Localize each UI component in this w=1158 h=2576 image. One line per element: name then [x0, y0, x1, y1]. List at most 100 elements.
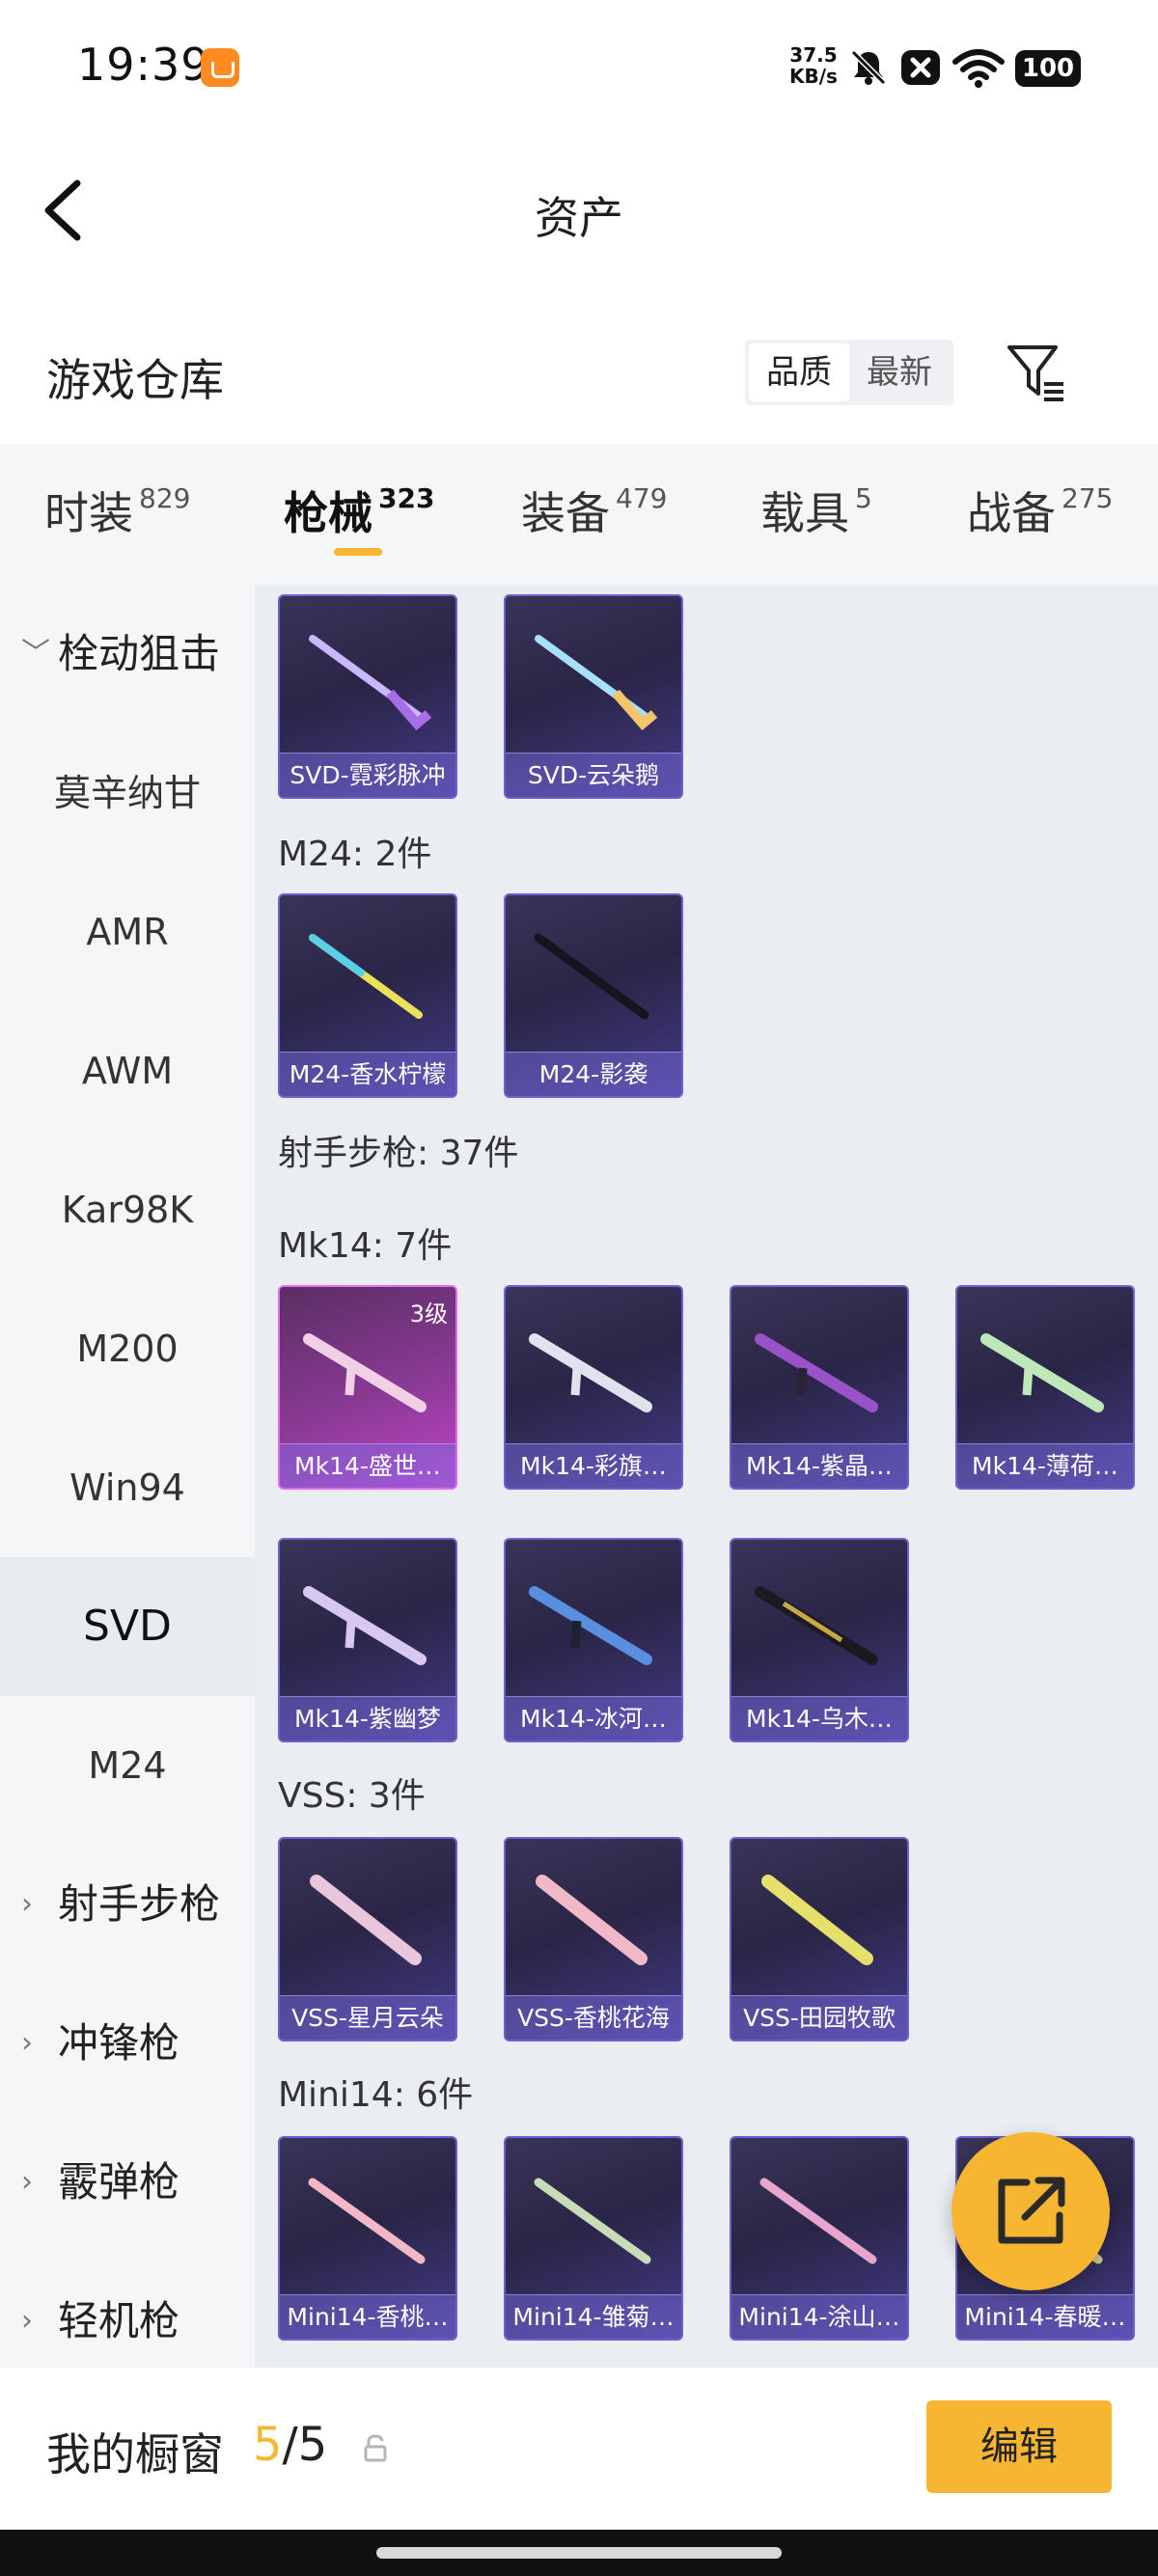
rifle-image: [759, 2178, 877, 2264]
sidebar-item-awm[interactable]: AWM: [0, 1001, 255, 1140]
sidebar-item-label: 射手步枪: [58, 1880, 221, 1928]
mute-icon: [850, 49, 887, 86]
wifi-icon: [952, 49, 1005, 88]
sidebar-item-shotgun[interactable]: › 霰弹枪: [0, 2113, 255, 2252]
skin-name: Mk14-乌木…: [731, 1696, 907, 1740]
sidebar-item-marksman[interactable]: › 射手步枪: [0, 1835, 255, 1974]
rifle-image: [309, 635, 432, 730]
group-label-mini14: Mini14: 6件: [278, 2075, 474, 2115]
tab-equipment[interactable]: 装备 479: [521, 479, 667, 542]
filter-list-icon[interactable]: [1004, 342, 1067, 405]
skin-name: Mini14-涂山…: [731, 2294, 907, 2339]
skin-name: M24-影袭: [506, 1052, 681, 1096]
net-speed-value: 37.5: [789, 43, 838, 67]
net-speed: 37.5 KB/s: [789, 44, 838, 87]
skin-card[interactable]: Mini14-雏菊…: [504, 2136, 683, 2341]
active-tab-indicator: [334, 548, 382, 556]
skin-card[interactable]: M24-影袭: [504, 893, 683, 1098]
skin-name: VSS-田园牧歌: [731, 1995, 907, 2040]
tab-vehicles[interactable]: 载具 5: [760, 479, 872, 542]
sidebar-item-m200[interactable]: M200: [0, 1279, 255, 1418]
skin-name: Mk14-薄荷…: [957, 1443, 1133, 1488]
showcase-label: 我的橱窗: [46, 2428, 224, 2480]
sort-segmented-control: 品质 最新: [745, 340, 953, 405]
skin-card[interactable]: SVD-霓彩脉冲: [278, 594, 457, 799]
skin-card[interactable]: Mk14-彩旗…: [504, 1285, 683, 1490]
skin-card[interactable]: 3级 Mk14-盛世…: [278, 1285, 457, 1490]
skin-name: Mini14-雏菊…: [506, 2294, 681, 2339]
close-box-icon: [901, 50, 940, 85]
rifle-image: [980, 1333, 1104, 1412]
skin-name: Mini14-香桃…: [280, 2294, 455, 2339]
skin-name: Mk14-冰河…: [506, 1696, 681, 1740]
tab-guns[interactable]: 枪械 323: [284, 479, 434, 542]
tab-label: 载具: [760, 487, 849, 539]
home-indicator[interactable]: [376, 2547, 782, 2559]
tab-fashion[interactable]: 时装 829: [44, 479, 190, 542]
tab-label: 枪械: [284, 487, 372, 539]
edit-button[interactable]: 编辑: [926, 2400, 1112, 2493]
sidebar-item-label: 轻机枪: [58, 2297, 180, 2344]
tab-count: 275: [1062, 482, 1114, 514]
weapon-category-sidebar: ﹀ 栓动狙击 莫辛纳甘 AMR AWM Kar98K M200 Win94 SVD…: [0, 585, 255, 2368]
skin-card[interactable]: VSS-田园牧歌: [730, 1837, 909, 2042]
sidebar-item-amr[interactable]: AMR: [0, 863, 255, 1001]
sidebar-item-svd[interactable]: SVD: [0, 1557, 255, 1696]
rifle-image: [303, 1333, 427, 1412]
share-button[interactable]: [951, 2132, 1110, 2290]
sort-newest-button[interactable]: 最新: [849, 343, 950, 401]
rifle-image: [761, 1875, 873, 1965]
rifle-image: [529, 1333, 652, 1412]
sidebar-item-bolt-action[interactable]: ﹀ 栓动狙击: [0, 585, 255, 724]
rifle-image: [536, 1875, 648, 1965]
skin-card[interactable]: Mini14-涂山…: [730, 2136, 909, 2341]
skin-card[interactable]: Mini14-香桃…: [278, 2136, 457, 2341]
skin-name: Mini14-春暖…: [957, 2294, 1133, 2339]
sidebar-item-label: 冲锋枪: [58, 2019, 180, 2067]
skin-card[interactable]: Mk14-紫幽梦: [278, 1538, 457, 1742]
sort-quality-button[interactable]: 品质: [749, 343, 849, 401]
weapon-grid: SVD-霓彩脉冲 SVD-云朵鹅 M24: 2件 M24-香水柠檬 M24-影袭…: [255, 585, 1158, 2368]
net-speed-unit: KB/s: [789, 65, 838, 88]
tab-count: 479: [616, 482, 668, 514]
tab-supplies[interactable]: 战备 275: [967, 479, 1113, 542]
sidebar-item-smg[interactable]: › 冲锋枪: [0, 1974, 255, 2113]
unlock-icon: [364, 2434, 387, 2462]
app-notification-icon: [201, 48, 239, 87]
sidebar-item-kar98k[interactable]: Kar98K: [0, 1140, 255, 1279]
skin-name: Mk14-紫晶…: [731, 1443, 907, 1488]
sidebar-item-label: 霰弹枪: [58, 2158, 180, 2206]
skin-card[interactable]: M24-香水柠檬: [278, 893, 457, 1098]
rifle-image: [755, 1333, 878, 1412]
warehouse-title: 游戏仓库: [46, 354, 224, 406]
rifle-image: [308, 2178, 426, 2264]
skin-name: M24-香水柠檬: [280, 1052, 455, 1096]
chevron-right-icon: ›: [21, 2165, 33, 2199]
page-title: 资产: [535, 192, 623, 244]
battery-icon: 100: [1015, 50, 1081, 87]
sidebar-item-mosin[interactable]: 莫辛纳甘: [0, 724, 255, 863]
skin-card[interactable]: SVD-云朵鹅: [504, 594, 683, 799]
showcase-current: 5: [253, 2418, 283, 2472]
sidebar-item-win94[interactable]: Win94: [0, 1418, 255, 1557]
rifle-image: [535, 635, 658, 730]
skin-card[interactable]: Mk14-紫晶…: [730, 1285, 909, 1490]
rifle-image: [755, 1586, 878, 1665]
skin-card[interactable]: VSS-星月云朵: [278, 1837, 457, 2042]
status-time: 19:39: [77, 39, 210, 91]
tab-count: 323: [378, 482, 435, 514]
skin-card[interactable]: Mk14-冰河…: [504, 1538, 683, 1742]
group-label-m24: M24: 2件: [278, 835, 432, 874]
showcase-count: 5/5: [253, 2418, 327, 2472]
skin-name: SVD-霓彩脉冲: [280, 753, 455, 797]
rifle-image: [534, 933, 649, 1020]
skin-name: Mk14-紫幽梦: [280, 1696, 455, 1740]
tab-label: 装备: [521, 487, 610, 539]
chevron-right-icon: ›: [21, 1887, 33, 1921]
category-tabs: 时装 829 枪械 323 装备 479 载具 5 战备 275: [0, 444, 1158, 585]
skin-name: VSS-香桃花海: [506, 1995, 681, 2040]
skin-card[interactable]: Mk14-乌木…: [730, 1538, 909, 1742]
sidebar-item-m24[interactable]: M24: [0, 1696, 255, 1835]
skin-card[interactable]: Mk14-薄荷…: [955, 1285, 1135, 1490]
skin-card[interactable]: VSS-香桃花海: [504, 1837, 683, 2042]
